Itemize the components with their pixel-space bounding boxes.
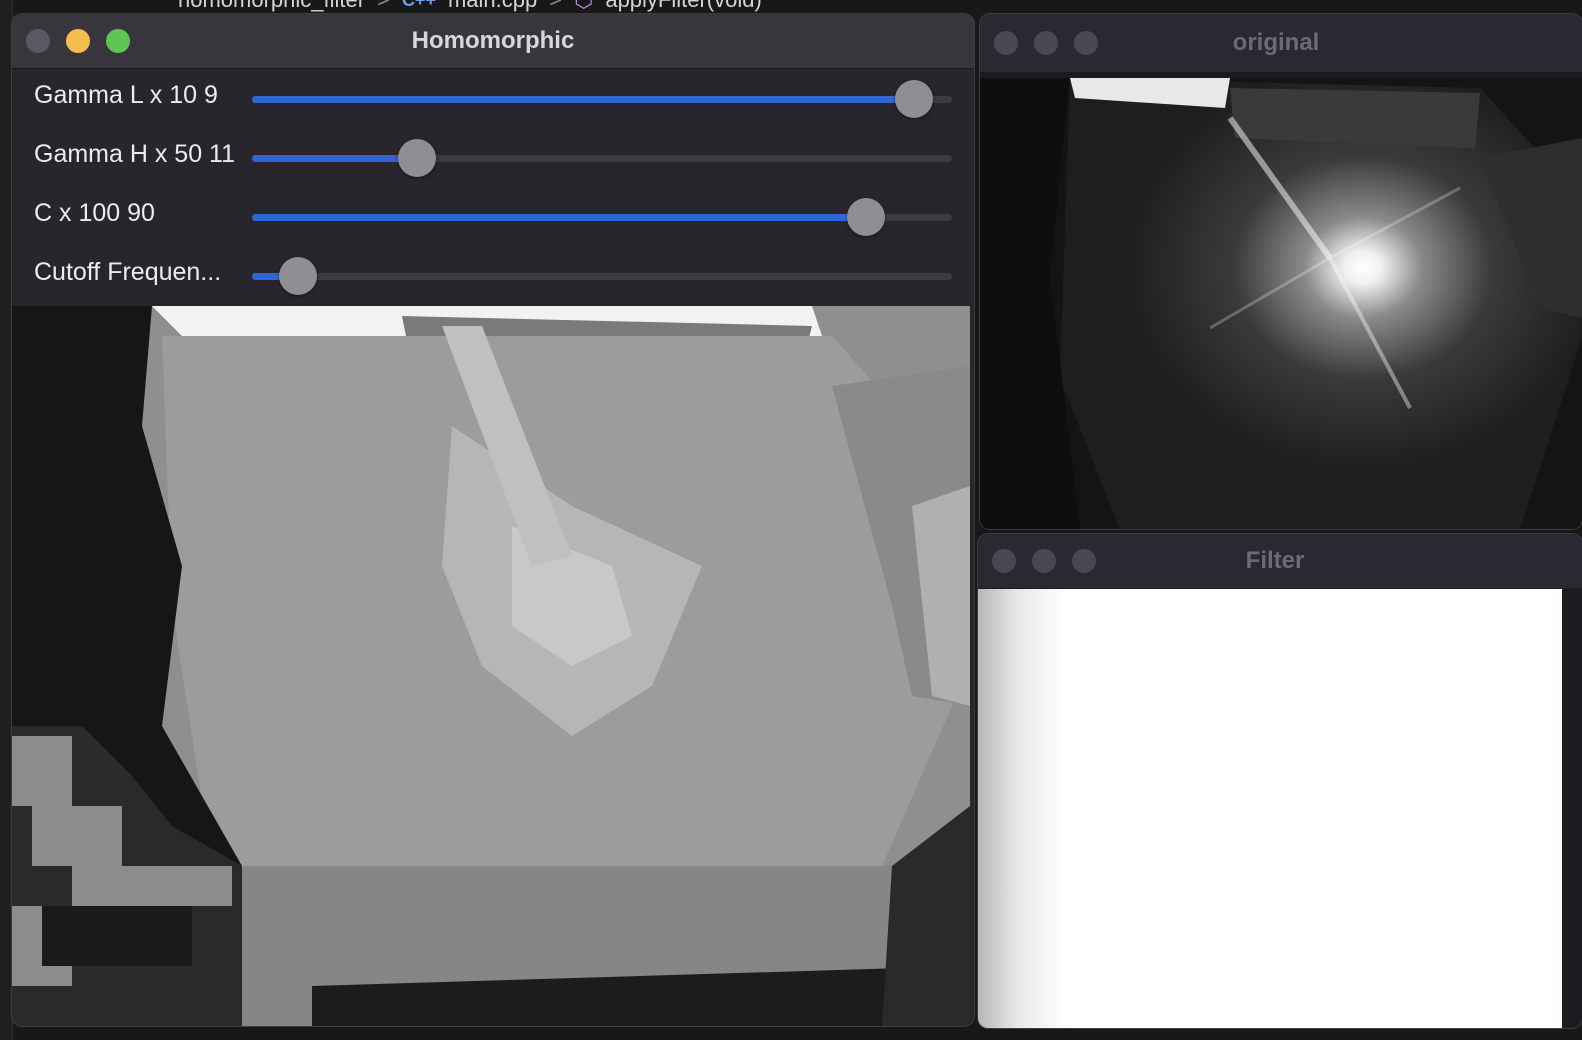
breadcrumb: homomorphic_filter > C++ main.cpp > ⬡ ap… [178, 0, 762, 14]
slider-thumb[interactable] [895, 80, 933, 118]
close-button[interactable] [26, 29, 50, 53]
slider-thumb[interactable] [279, 257, 317, 295]
zoom-button[interactable] [1074, 31, 1098, 55]
zoom-button[interactable] [1072, 549, 1096, 573]
window-title: Homomorphic [411, 27, 575, 54]
slider-label: Gamma H x 50 11 [34, 140, 236, 168]
homomorphic-output-image [12, 306, 970, 1026]
slider-fill [252, 214, 866, 221]
cpp-file-icon: C++ [402, 0, 436, 11]
homomorphic-window: Homomorphic Gamma L x 10 9 Gamma H x 50 … [12, 14, 974, 1026]
slider-row-c: C x 100 90 [12, 187, 974, 247]
slider-row-cutoff: Cutoff Frequen... [12, 246, 974, 306]
original-window: original [980, 14, 1582, 529]
filter-window: Filter [978, 534, 1582, 1028]
trackbar-panel: Gamma L x 10 9 Gamma H x 50 11 C x 100 9… [12, 69, 974, 305]
method-cube-icon: ⬡ [574, 0, 593, 13]
homomorphic-titlebar[interactable]: Homomorphic [12, 14, 974, 69]
slider-track[interactable] [252, 80, 952, 118]
slider-fill [252, 96, 914, 103]
close-button[interactable] [992, 549, 1016, 573]
filter-titlebar[interactable]: Filter [978, 534, 1582, 588]
minimize-button[interactable] [1032, 549, 1056, 573]
slider-thumb[interactable] [398, 139, 436, 177]
minimize-button[interactable] [66, 29, 90, 53]
breadcrumb-file[interactable]: main.cpp [448, 0, 537, 13]
slider-thumb[interactable] [847, 198, 885, 236]
close-button[interactable] [994, 31, 1018, 55]
slider-label: C x 100 90 [34, 199, 155, 227]
filtered-photo [12, 306, 970, 1026]
slider-track[interactable] [252, 139, 952, 177]
window-title: Filter [1245, 547, 1305, 574]
breadcrumb-separator-2: > [549, 0, 562, 13]
slider-label: Cutoff Frequen... [34, 258, 222, 286]
window-title: original [1232, 29, 1320, 56]
original-photo [980, 78, 1582, 529]
breadcrumb-symbol[interactable]: applyFilter(void) [605, 0, 762, 13]
original-image [980, 78, 1582, 529]
minimize-button[interactable] [1034, 31, 1058, 55]
traffic-lights [992, 549, 1096, 573]
original-titlebar[interactable]: original [980, 14, 1582, 72]
filter-image [978, 589, 1562, 1028]
slider-track[interactable] [252, 198, 952, 236]
breadcrumb-separator: > [377, 0, 390, 13]
slider-fill [252, 155, 417, 162]
slider-track[interactable] [252, 257, 952, 295]
zoom-button[interactable] [106, 29, 130, 53]
slider-row-gamma-l: Gamma L x 10 9 [12, 69, 974, 129]
traffic-lights [26, 29, 130, 53]
breadcrumb-folder[interactable]: homomorphic_filter [178, 0, 365, 13]
slider-label: Gamma L x 10 9 [34, 81, 218, 109]
slider-row-gamma-h: Gamma H x 50 11 [12, 128, 974, 188]
traffic-lights [994, 31, 1098, 55]
